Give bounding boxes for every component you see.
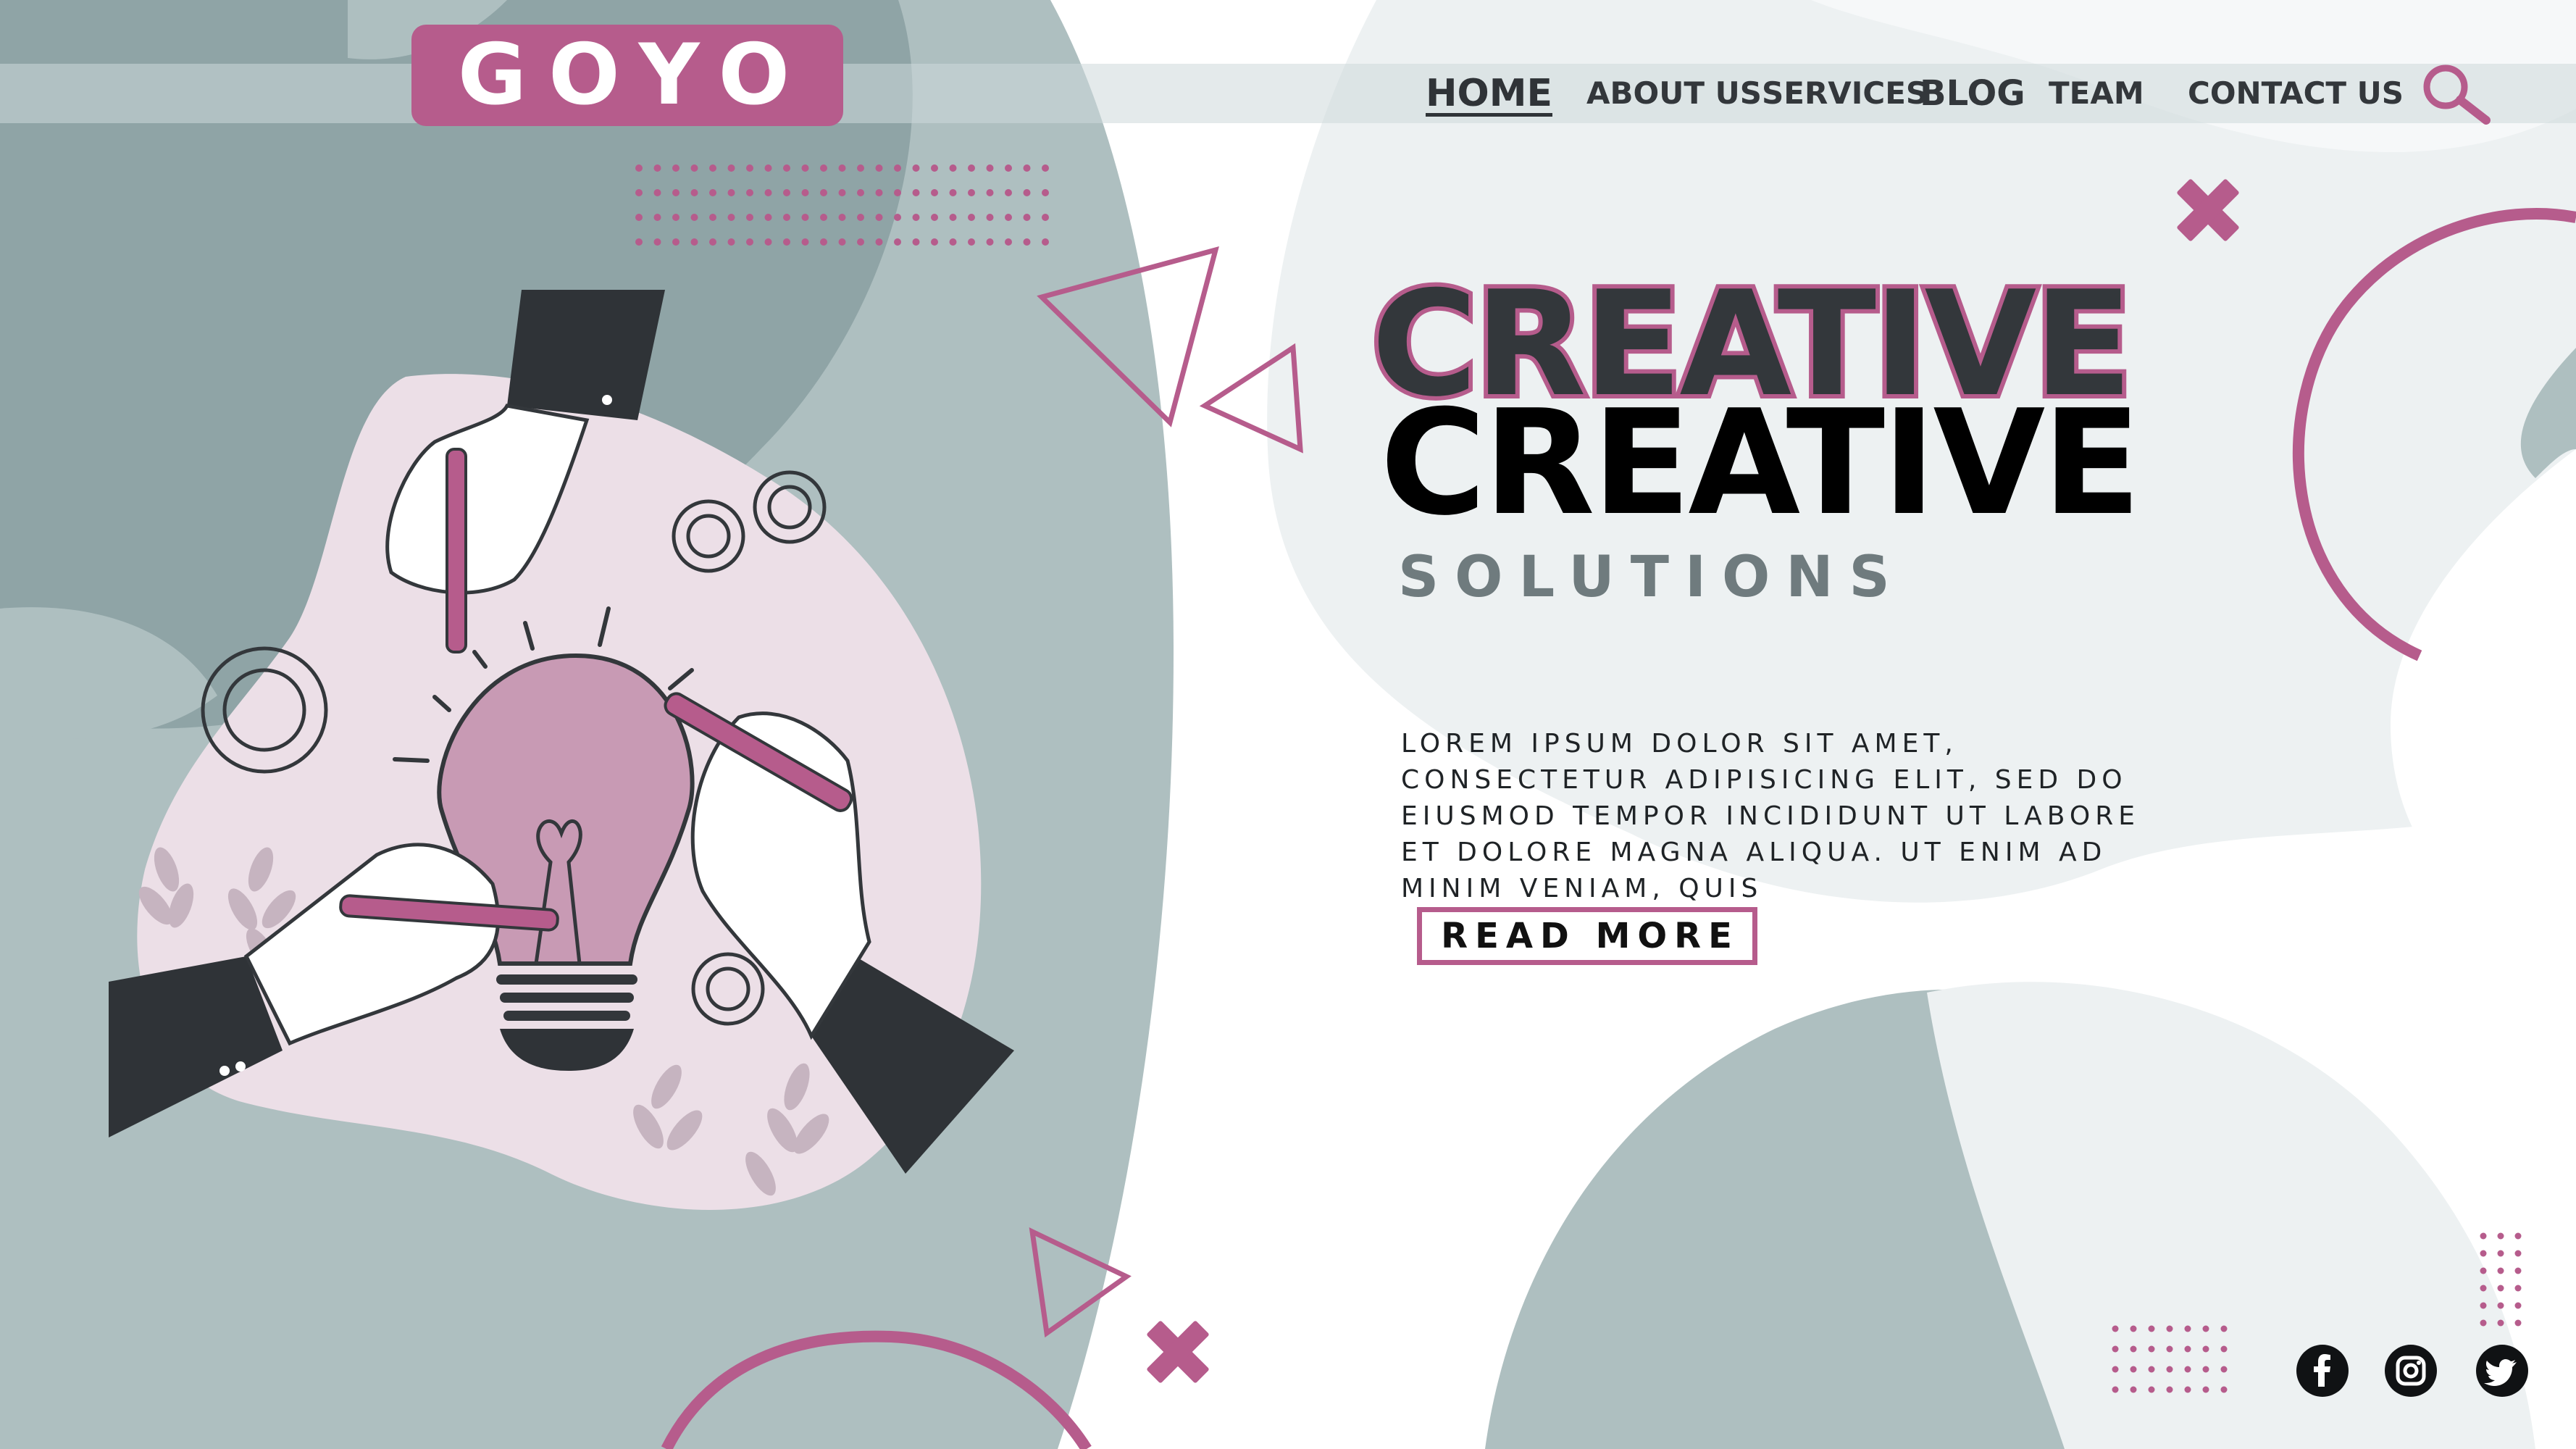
hero-body-text: Lorem ipsum dolor sit amet, consectetur … <box>1401 729 2140 903</box>
gear-icon-small-1 <box>672 499 745 573</box>
lightbulb-hands-illustration <box>109 290 1014 1196</box>
hand-top <box>385 290 665 653</box>
brand-logo[interactable]: GOYO <box>411 25 843 126</box>
gear-icon-small-3 <box>691 952 765 1026</box>
read-more-button[interactable]: READ MORE <box>1417 907 1757 965</box>
nav-blog[interactable]: BLOG <box>1920 65 2025 122</box>
landing-page: GOYO HOME ABOUT US SERVICES BLOG TEAM CO… <box>0 0 2576 1449</box>
hand-right <box>664 692 1014 1174</box>
gear-icon-large <box>201 646 328 774</box>
hero-title: CREATIVE <box>1380 379 2141 548</box>
nav-team[interactable]: TEAM <box>2049 65 2144 122</box>
nav-about[interactable]: ABOUT US <box>1586 65 1762 122</box>
nav-services[interactable]: SERVICES <box>1762 65 1928 122</box>
gear-icon-small-2 <box>753 470 827 544</box>
facebook-icon[interactable] <box>2296 1345 2349 1397</box>
instagram-icon[interactable] <box>2385 1345 2437 1397</box>
nav-contact[interactable]: CONTACT US <box>2188 65 2404 122</box>
twitter-icon[interactable] <box>2476 1345 2528 1397</box>
search-icon[interactable] <box>2420 59 2492 125</box>
lightbulb-icon <box>393 606 695 1071</box>
nav-home[interactable]: HOME <box>1426 65 1552 122</box>
hero-subtitle: SOLUTIONS <box>1398 545 1906 610</box>
leaves-right <box>633 1063 829 1196</box>
